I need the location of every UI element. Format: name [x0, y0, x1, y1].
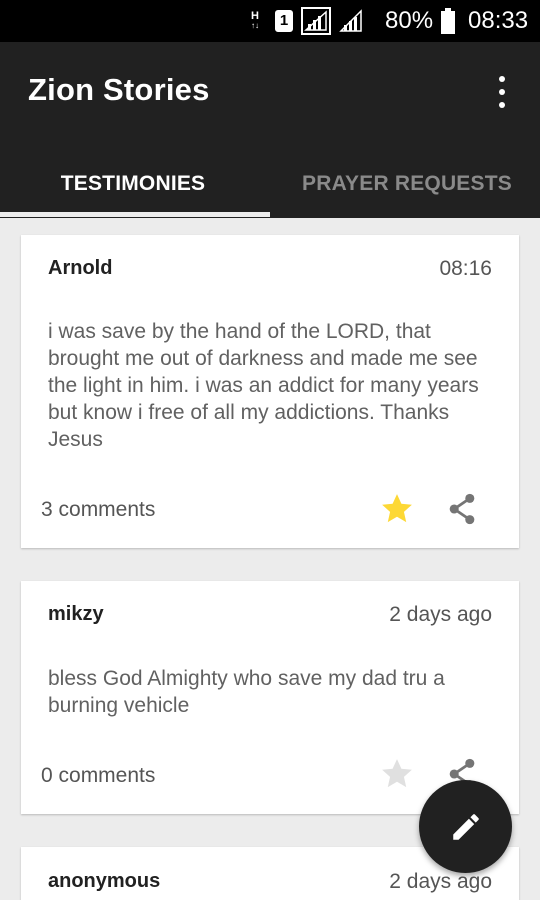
network-activity-label: ↑↓: [251, 21, 259, 30]
tab-prayer-requests[interactable]: PRAYER REQUESTS: [270, 150, 540, 218]
sim-slot-icon: 1: [275, 0, 293, 42]
star-icon[interactable]: [380, 492, 414, 526]
app-bar: Zion Stories TESTIMONIES PRAYER REQUESTS: [0, 42, 540, 218]
post-author: mikzy: [48, 603, 104, 625]
network-type-indicator: H ↑↓: [251, 0, 259, 42]
signal-strength-2-icon: [339, 0, 363, 42]
post-card[interactable]: mikzy 2 days ago bless God Almighty who …: [21, 581, 519, 814]
more-vert-icon[interactable]: [490, 72, 514, 112]
battery-percent: 80%: [385, 7, 434, 34]
signal-strength-icon: [301, 0, 331, 42]
post-author: Arnold: [48, 257, 113, 279]
sim-slot-label: 1: [275, 10, 293, 32]
post-time: 08:16: [439, 257, 492, 280]
post-body: bless God Almighty who save my dad tru a…: [48, 667, 445, 717]
post-card[interactable]: Arnold 08:16 i was save by the hand of t…: [21, 235, 519, 548]
tab-testimonies[interactable]: TESTIMONIES: [0, 150, 270, 218]
share-icon[interactable]: [445, 492, 479, 526]
network-type-label: H: [251, 10, 259, 22]
comments-count[interactable]: 3 comments: [41, 498, 155, 522]
battery-icon: [440, 0, 456, 42]
post-author: anonymous: [48, 870, 161, 892]
status-time: 08:33: [468, 7, 529, 34]
tab-indicator: [0, 212, 270, 217]
edit-pencil-icon: [452, 813, 479, 840]
comments-count[interactable]: 0 comments: [41, 764, 155, 788]
star-icon[interactable]: [380, 757, 414, 791]
post-body: i was save by the hand of the LORD, that…: [48, 320, 479, 451]
compose-fab-button[interactable]: [419, 780, 512, 873]
app-title: Zion Stories: [28, 72, 210, 107]
post-time: 2 days ago: [389, 870, 492, 893]
post-time: 2 days ago: [389, 603, 492, 626]
status-bar: H ↑↓ 1 80% 08:33: [0, 0, 540, 42]
